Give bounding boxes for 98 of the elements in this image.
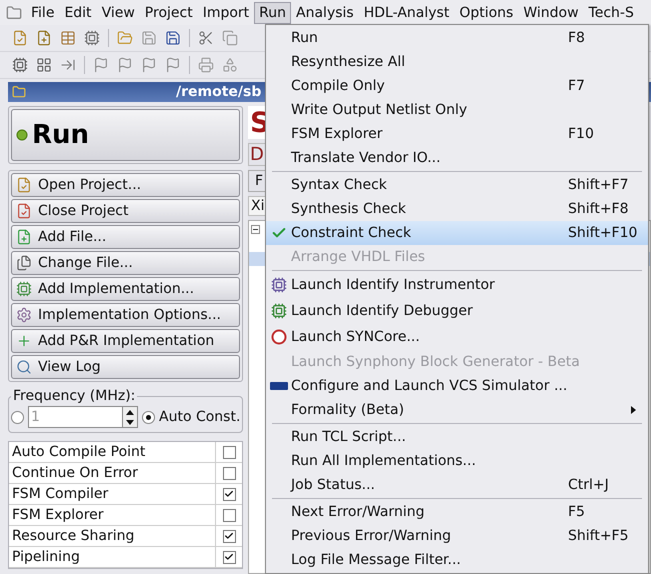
shapes-icon[interactable] [222,57,238,73]
flag-icon[interactable] [141,57,157,73]
files-icon [16,255,32,271]
flag-icon[interactable] [117,57,133,73]
menu-item[interactable]: Synthesis Check Shift+F8 [266,197,648,221]
collapse-icon [251,225,260,234]
menu-bar-item[interactable]: View [96,2,140,24]
option-label: FSM Explorer [9,505,216,525]
flag-icon[interactable] [165,57,181,73]
save-icon[interactable] [141,30,157,46]
option-label: Pipelining [9,547,216,567]
shortcut-text: F8 [568,30,586,46]
action-button[interactable]: Change File... [11,251,240,275]
menu-item[interactable]: Next Error/Warning F5 [266,500,648,524]
flag-icon[interactable] [93,57,109,73]
grid-icon[interactable] [36,57,52,73]
option-label: FSM Compiler [9,484,216,504]
magnifier-icon [16,359,32,375]
menu-item[interactable]: Run All Implementations... [266,449,648,473]
checkbox[interactable] [222,466,236,480]
action-button[interactable]: View Log [11,355,240,379]
file-check-icon[interactable] [12,30,28,46]
menu-item[interactable]: Log File Message Filter... [266,548,648,572]
action-button[interactable]: Add P&R Implementation [11,329,240,353]
radio-button[interactable] [11,410,24,424]
chip-icon[interactable] [84,30,100,46]
shortcut-text: F5 [568,504,586,520]
checkbox[interactable] [222,488,236,500]
window-title: /remote/sb [176,84,262,100]
menu-item[interactable]: Configure and Launch VCS Simulator ... [266,374,648,398]
option-label: Continue On Error [9,463,216,483]
menu-bar-item[interactable]: HDL-Analyst [358,2,454,24]
menu-bar-item[interactable]: Tech-S [584,2,639,24]
shortcut-text: Shift+F7 [568,177,630,193]
shortcut-text: Shift+F5 [568,528,630,544]
menu-item[interactable]: Launch Identify Instrumentor [266,272,648,298]
group-label: Frequency (MHz): [12,388,136,404]
shortcut-text: Ctrl+J [568,477,610,493]
action-button[interactable]: Add Implementation... [11,277,240,301]
menu-item[interactable]: Formality (Beta) [266,398,648,422]
chip-icon [270,303,286,319]
menu-item[interactable]: Previous Error/Warning Shift+F5 [266,524,648,548]
down-arrow-icon[interactable] [126,420,134,424]
column-header: Xi [248,196,268,216]
shortcut-text: Shift+F8 [568,201,630,217]
menu-item[interactable]: Resynthesize All [266,50,648,74]
shortcut-text: F7 [568,78,586,94]
option-label: Auto Compile Point [9,442,216,462]
menu-item[interactable]: Job Status... Ctrl+J [266,473,648,497]
menu-bar-item[interactable]: Project [140,2,198,24]
app-icon [6,4,22,20]
file-plus-icon[interactable] [36,30,52,46]
menu-item[interactable]: Launch SYNCore... [266,324,648,350]
menu-bar-item[interactable]: Options [454,2,518,24]
folder-icon[interactable] [117,30,133,46]
chip-icon [270,277,286,293]
arrow-to-line-icon[interactable] [60,57,76,73]
radio-label: Auto Const. [159,409,240,425]
checkbox[interactable] [222,550,236,564]
up-arrow-icon[interactable] [126,410,134,414]
circle-logo-icon [270,329,286,345]
checkbox[interactable] [222,508,236,522]
file-icon [16,203,32,219]
menu-item[interactable]: Run TCL Script... [266,425,648,449]
action-button[interactable]: Close Project [11,199,240,223]
menu-bar-item[interactable]: Edit [59,2,97,24]
menu-item[interactable]: Run F8 [266,26,648,50]
menu-bar-item[interactable]: Window [518,2,584,24]
radio-button[interactable] [142,410,155,424]
menu-item[interactable]: Translate Vendor IO... [266,146,648,170]
menu-item[interactable]: Compile Only F7 [266,74,648,98]
status-dot-icon [16,129,28,141]
action-button[interactable]: Implementation Options... [11,303,240,327]
save-all-icon[interactable] [165,30,181,46]
table-icon[interactable] [60,30,76,46]
run-button[interactable]: Run [11,109,240,161]
option-label: Resource Sharing [9,526,216,546]
menu-bar-item[interactable]: File [26,2,60,24]
cut-icon[interactable] [198,30,214,46]
menu-bar-item[interactable]: Run [254,2,292,24]
checkbox[interactable] [222,446,236,458]
chip-icon[interactable] [12,57,28,73]
action-button[interactable]: Open Project... [11,173,240,197]
file-check-icon [16,177,32,193]
menu-item[interactable]: Launch Identify Debugger [266,298,648,324]
menu-bar-item[interactable]: Analysis [291,2,359,24]
printer-icon[interactable] [198,57,214,73]
action-button[interactable]: Add File... [11,225,240,249]
checkbox[interactable] [222,530,236,542]
copy-icon[interactable] [222,30,238,46]
file-plus-icon [16,229,32,245]
submenu-arrow-icon [631,406,636,414]
shortcut-text: F10 [568,126,595,142]
plus-icon [16,333,32,349]
menu-bar-item[interactable]: Import [198,2,254,24]
folder-icon [12,85,26,99]
shortcut-text: Shift+F10 [568,225,638,241]
menu-item[interactable]: Constraint Check Shift+F10 [266,221,648,245]
